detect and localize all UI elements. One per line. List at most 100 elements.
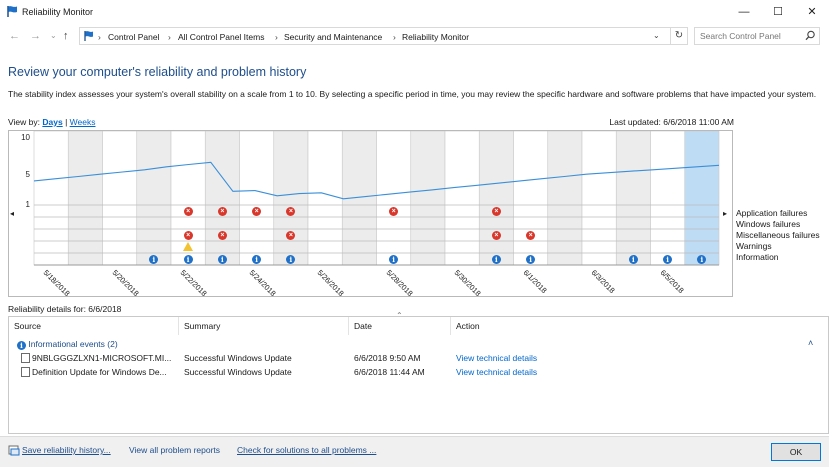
save-icon xyxy=(8,444,20,458)
page-description: The stability index assesses your system… xyxy=(8,89,817,99)
row-date: 6/6/2018 11:44 AM xyxy=(354,367,425,377)
info-icon: i xyxy=(17,341,26,350)
row-summary: Successful Windows Update xyxy=(184,353,292,363)
selected-day-column xyxy=(684,130,720,266)
view-technical-details-link[interactable]: View technical details xyxy=(456,353,537,363)
miscellaneous-failures-icon[interactable]: × xyxy=(491,230,501,240)
table-row[interactable]: Definition Update for Windows De... Succ… xyxy=(21,367,821,380)
day-column xyxy=(615,130,651,266)
legend-information: Information xyxy=(736,252,779,262)
maximize-button[interactable]: ☐ xyxy=(761,0,795,24)
information-icon[interactable]: i xyxy=(526,254,536,264)
day-column xyxy=(136,130,172,266)
day-column xyxy=(376,130,412,266)
window-flag-icon xyxy=(6,5,18,20)
table-row[interactable]: 9NBLGGGZLXN1-MICROSOFT.MI... Successful … xyxy=(21,353,821,366)
information-icon[interactable]: i xyxy=(697,254,707,264)
application-failures-icon[interactable]: × xyxy=(183,206,193,216)
application-failures-icon[interactable]: × xyxy=(217,206,227,216)
information-icon[interactable]: i xyxy=(491,254,501,264)
group-label: Informational events (2) xyxy=(28,339,118,349)
row-summary: Successful Windows Update xyxy=(184,367,292,377)
miscellaneous-failures-icon[interactable]: × xyxy=(286,230,296,240)
refresh-icon[interactable]: ↻ xyxy=(670,27,688,45)
view-by: View by: Days | Weeks xyxy=(8,117,95,127)
information-icon[interactable]: i xyxy=(252,254,262,264)
information-icon[interactable]: i xyxy=(149,254,159,264)
application-failures-icon[interactable]: × xyxy=(286,206,296,216)
search-input[interactable]: Search Control Panel xyxy=(694,27,820,45)
address-dropdown-icon[interactable]: ⌄ xyxy=(653,31,660,40)
day-column xyxy=(67,130,103,266)
day-column xyxy=(547,130,583,266)
information-icon[interactable]: i xyxy=(217,254,227,264)
information-icon[interactable]: i xyxy=(286,254,296,264)
row-action: View technical details xyxy=(456,367,537,377)
day-column xyxy=(33,130,69,266)
details-table: Source Summary Date Action i Information… xyxy=(8,316,829,434)
crumb-control-panel[interactable]: Control Panel xyxy=(108,32,160,42)
crumb-security-maintenance[interactable]: Security and Maintenance xyxy=(284,32,382,42)
column-header-date[interactable]: Date xyxy=(349,317,451,335)
ok-button[interactable]: OK xyxy=(771,443,821,461)
information-icon[interactable]: i xyxy=(628,254,638,264)
close-button[interactable]: ✕ xyxy=(795,0,829,24)
scroll-right-icon[interactable]: ▸ xyxy=(723,209,727,218)
recent-locations-icon[interactable]: ⌄ xyxy=(50,31,57,40)
view-all-reports-link[interactable]: View all problem reports xyxy=(129,445,220,455)
day-column xyxy=(478,130,514,266)
address-bar[interactable]: › Control Panel › All Control Panel Item… xyxy=(79,27,671,45)
minimize-button[interactable]: — xyxy=(727,0,761,24)
last-updated: Last updated: 6/6/2018 11:00 AM xyxy=(609,117,734,127)
legend-warnings: Warnings xyxy=(736,241,772,251)
group-collapse-icon[interactable]: ˄ xyxy=(808,338,813,348)
day-column xyxy=(513,130,549,266)
day-column xyxy=(650,130,686,266)
column-header-summary[interactable]: Summary xyxy=(179,317,349,335)
view-by-days-link[interactable]: Days xyxy=(42,117,62,127)
application-failures-icon[interactable]: × xyxy=(491,206,501,216)
check-solutions-link[interactable]: Check for solutions to all problems ... xyxy=(237,445,376,455)
column-header-action[interactable]: Action xyxy=(451,317,828,335)
group-informational-events[interactable]: i Informational events (2) xyxy=(17,339,118,350)
y-tick-label: 10 xyxy=(21,133,30,142)
crumb-reliability-monitor[interactable]: Reliability Monitor xyxy=(402,32,469,42)
column-header-source[interactable]: Source xyxy=(9,317,179,335)
page-title: Review your computer's reliability and p… xyxy=(8,65,307,79)
up-arrow-icon[interactable]: ↑ xyxy=(63,30,69,42)
back-arrow-icon[interactable]: ← xyxy=(9,30,20,42)
document-icon xyxy=(21,367,30,377)
warning-icon[interactable] xyxy=(183,242,194,251)
information-icon[interactable]: i xyxy=(183,254,193,264)
information-icon[interactable]: i xyxy=(663,254,673,264)
crumb-chevron-icon: › xyxy=(275,32,278,42)
document-icon xyxy=(21,353,30,363)
search-placeholder: Search Control Panel xyxy=(700,31,781,41)
application-failures-icon[interactable]: × xyxy=(252,206,262,216)
footer-bar: Save reliability history... View all pro… xyxy=(0,436,829,467)
y-tick-label: 1 xyxy=(26,200,31,209)
day-column xyxy=(204,130,240,266)
window-title: Reliability Monitor xyxy=(22,7,94,17)
crumb-all-items[interactable]: All Control Panel Items xyxy=(178,32,264,42)
day-column xyxy=(102,130,138,266)
view-by-weeks-link[interactable]: Weeks xyxy=(70,117,96,127)
save-history-link[interactable]: Save reliability history... xyxy=(22,445,111,455)
miscellaneous-failures-icon[interactable]: × xyxy=(217,230,227,240)
day-column xyxy=(239,130,275,266)
legend-miscellaneous-failures: Miscellaneous failures xyxy=(736,230,820,240)
crumb-chevron-icon: › xyxy=(98,32,101,42)
row-action: View technical details xyxy=(456,353,537,363)
miscellaneous-failures-icon[interactable]: × xyxy=(183,230,193,240)
view-by-separator: | xyxy=(65,117,68,127)
details-label: Reliability details for: 6/6/2018 xyxy=(8,304,122,314)
forward-arrow-icon[interactable]: → xyxy=(30,30,41,42)
miscellaneous-failures-icon[interactable]: × xyxy=(526,230,536,240)
scroll-left-icon[interactable]: ◂ xyxy=(10,209,14,218)
search-icon[interactable] xyxy=(805,30,815,43)
day-column xyxy=(273,130,309,266)
day-column xyxy=(307,130,343,266)
application-failures-icon[interactable]: × xyxy=(389,206,399,216)
view-technical-details-link[interactable]: View technical details xyxy=(456,367,537,377)
information-icon[interactable]: i xyxy=(389,254,399,264)
